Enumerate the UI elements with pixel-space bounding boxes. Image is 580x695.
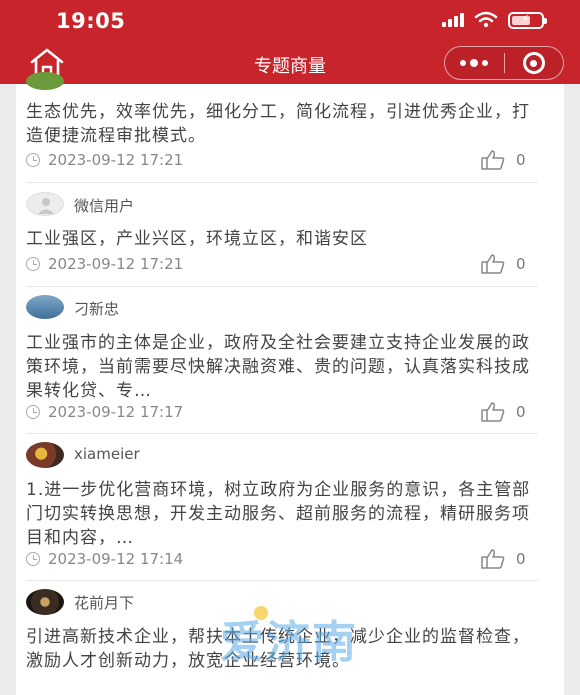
avatar [26, 295, 64, 319]
status-icons: ⚡ [442, 10, 547, 30]
comment-time-text: 2023-09-12 17:21 [48, 151, 184, 169]
close-miniprogram-icon[interactable] [504, 47, 563, 79]
avatar [26, 72, 64, 90]
comment-item: 刁新忠 工业强市的主体是企业，政府及全社会要建立支持企业发展的政策环境，当前需要… [0, 287, 580, 433]
like-button[interactable]: 0 [480, 149, 526, 171]
username: xiameier [74, 445, 140, 463]
app-header: 19:05 ⚡ 专题商量 [0, 0, 580, 84]
watermark-logo: 爱济南 [220, 617, 358, 668]
comment-time: 2023-09-12 17:17 [26, 403, 183, 421]
comment-content: 生态优先，效率优先，细化分工，简化流程，引进优秀企业，打造便捷流程审批模式。 [26, 102, 530, 146]
comment-time: 2023-09-12 17:21 [26, 151, 183, 169]
avatar [26, 442, 64, 468]
comment-time-text: 2023-09-12 17:14 [48, 550, 184, 568]
status-time: 19:05 [56, 9, 126, 33]
like-button[interactable]: 0 [480, 548, 526, 570]
miniprogram-capsule [444, 46, 564, 80]
clock-icon [26, 552, 40, 566]
like-button[interactable]: 0 [480, 401, 526, 423]
username: 刁新忠 [74, 300, 120, 318]
signal-icon [442, 13, 464, 27]
clock-icon [26, 257, 40, 271]
like-count: 0 [516, 403, 526, 421]
comment-item: xiameier 1.进一步优化营商环境，树立政府为企业服务的意识，各主管部门切… [0, 434, 580, 580]
like-count: 0 [516, 550, 526, 568]
avatar [26, 589, 64, 615]
battery-icon: ⚡ [508, 11, 547, 29]
comment-time: 2023-09-12 17:14 [26, 550, 183, 568]
comment-content: 1.进一步优化营商环境，树立政府为企业服务的意识，各主管部门切实转换思想，开发主… [26, 480, 531, 548]
thumbs-up-icon [481, 150, 505, 170]
clock-icon [26, 153, 40, 167]
comment-time-text: 2023-09-12 17:21 [48, 255, 184, 273]
comment-time: 2023-09-12 17:21 [26, 255, 183, 273]
comment-time-text: 2023-09-12 17:17 [48, 403, 184, 421]
watermark-dot [254, 606, 268, 620]
wifi-icon [474, 11, 498, 28]
like-count: 0 [516, 151, 526, 169]
clock-icon [26, 405, 40, 419]
comment-item: 生态优先，效率优先，细化分工，简化流程，引进优秀企业，打造便捷流程审批模式。 2… [0, 72, 580, 184]
username: 微信用户 [74, 197, 135, 215]
avatar [26, 192, 64, 216]
thumbs-up-icon [481, 549, 505, 569]
thumbs-up-icon [481, 402, 505, 422]
comment-content: 工业强市的主体是企业，政府及全社会要建立支持企业发展的政策环境，当前需要尽快解决… [26, 333, 530, 401]
more-options-icon[interactable] [445, 47, 504, 79]
like-count: 0 [516, 255, 526, 273]
username: 花前月下 [74, 594, 135, 612]
comment-content: 工业强区，产业兴区，环境立区，和谐安区 [26, 229, 368, 249]
like-button[interactable]: 0 [480, 253, 526, 275]
thumbs-up-icon [481, 254, 505, 274]
comment-item: 微信用户 工业强区，产业兴区，环境立区，和谐安区 2023-09-12 17:2… [0, 183, 580, 286]
